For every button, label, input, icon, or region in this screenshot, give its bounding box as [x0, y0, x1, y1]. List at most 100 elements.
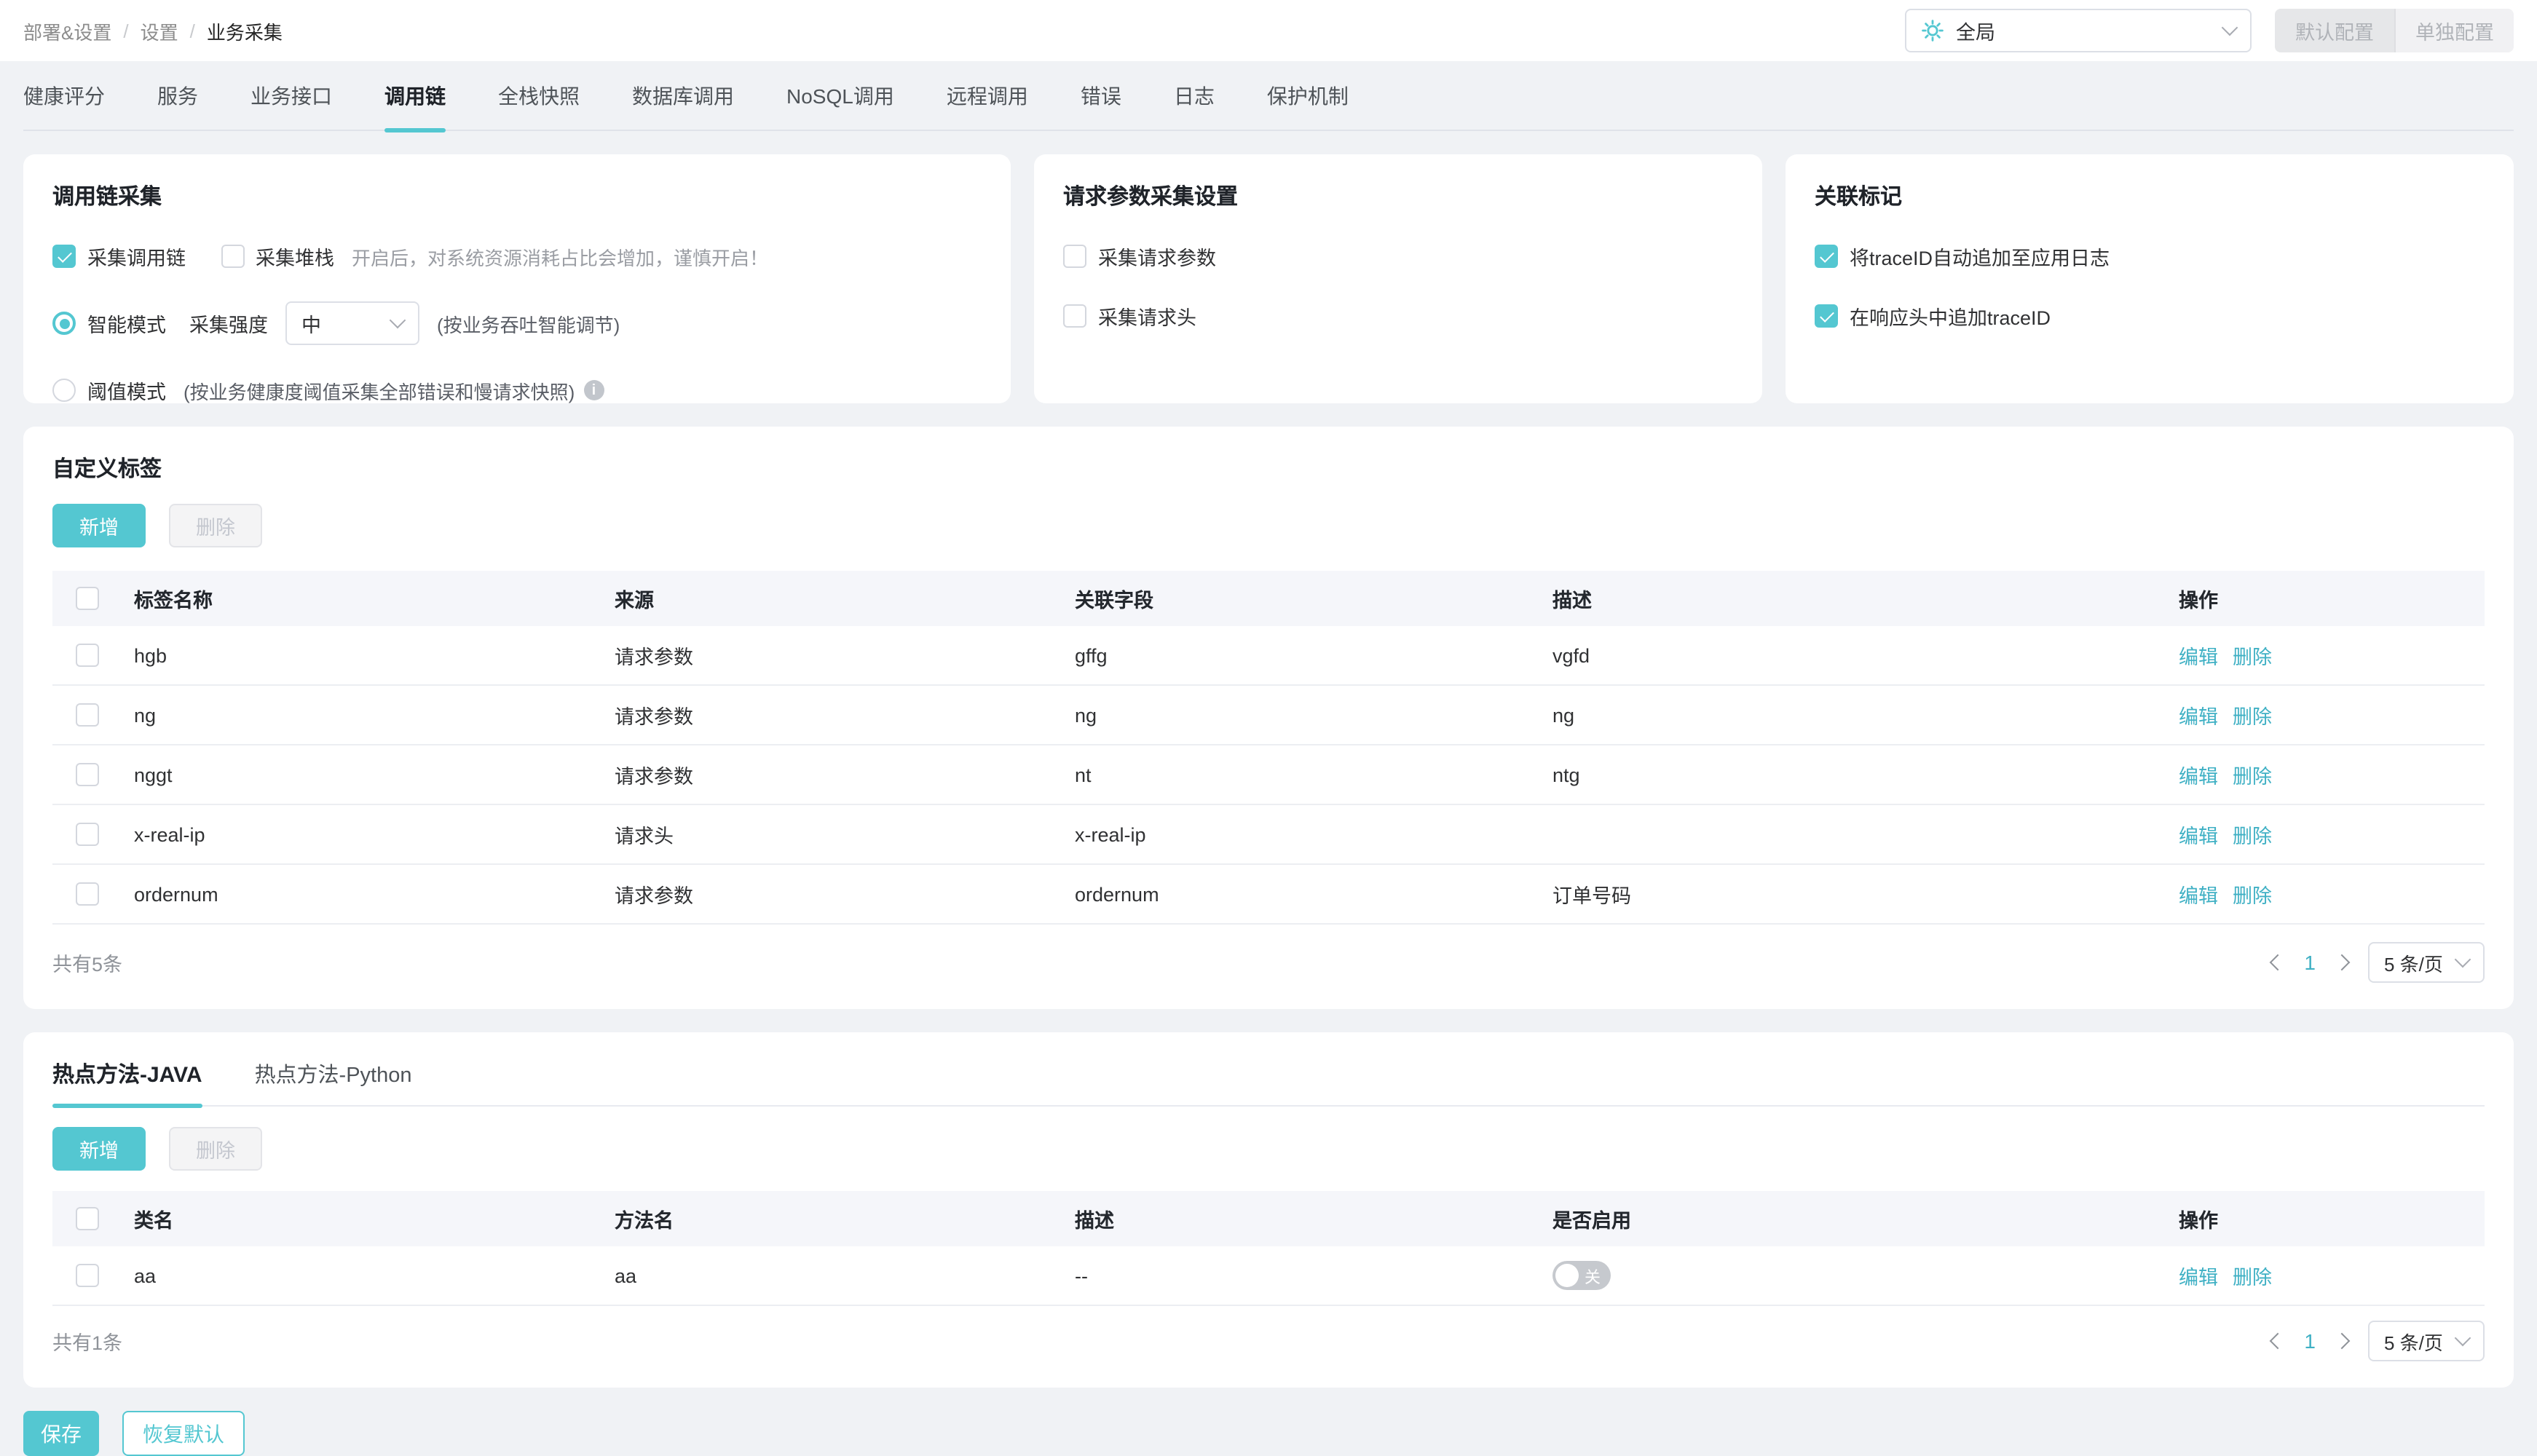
- tag-source: 请求参数: [615, 885, 693, 907]
- page-size-select[interactable]: 5 条/页: [2368, 1321, 2485, 1361]
- collect-trace-label: 采集调用链: [87, 248, 186, 269]
- chevron-down-icon: [2454, 951, 2471, 968]
- tag-field: gffg: [1075, 644, 1108, 666]
- page-number[interactable]: 1: [2304, 951, 2316, 974]
- custom-tags-title: 自定义标签: [52, 457, 162, 482]
- delete-link[interactable]: 删除: [2233, 700, 2272, 729]
- threshold-mode-hint: (按业务健康度阈值采集全部错误和慢请求快照): [184, 381, 575, 403]
- breadcrumb-item[interactable]: 部署&设置: [23, 17, 111, 44]
- tag-desc: vgfd: [1552, 644, 1590, 666]
- pagination: 1 5 条/页: [2270, 942, 2485, 983]
- tag-field: x-real-ip: [1075, 823, 1146, 845]
- hot-methods-panel: 热点方法-JAVA 热点方法-Python 新增 删除 类名 方法名 描述 是否…: [23, 1032, 2514, 1388]
- tab-hot-methods-java[interactable]: 热点方法-JAVA: [52, 1059, 202, 1108]
- custom-tags-table: 标签名称 来源 关联字段 描述 操作 hgb 请求参数 gffg vgfd 编辑…: [52, 571, 2485, 925]
- breadcrumb-separator: /: [189, 20, 195, 41]
- collect-trace-checkbox[interactable]: [52, 245, 76, 268]
- add-tag-button[interactable]: 新增: [52, 504, 146, 547]
- row-checkbox[interactable]: [76, 823, 99, 846]
- prev-page-icon[interactable]: [2270, 954, 2287, 971]
- row-checkbox[interactable]: [76, 703, 99, 727]
- prev-page-icon[interactable]: [2270, 1332, 2287, 1350]
- collect-trace-row: 采集调用链 采集堆栈 开启后，对系统资源消耗占比会增加，谨慎开启！: [52, 242, 982, 271]
- row-checkbox[interactable]: [76, 882, 99, 906]
- enable-toggle[interactable]: 关: [1552, 1261, 1611, 1290]
- tab-fullstack-snapshot[interactable]: 全栈快照: [498, 82, 580, 130]
- scope-select[interactable]: 全局: [1905, 9, 2252, 52]
- hot-methods-tabs: 热点方法-JAVA 热点方法-Python: [52, 1059, 2485, 1108]
- append-traceid-log-checkbox[interactable]: [1815, 245, 1838, 268]
- info-icon[interactable]: [583, 380, 604, 400]
- column-header: 操作: [2179, 1210, 2218, 1232]
- method-class: aa: [134, 1265, 157, 1286]
- collect-params-checkbox[interactable]: [1063, 245, 1086, 268]
- scope-select-value: 全局: [1956, 22, 1995, 44]
- breadcrumb-item[interactable]: 设置: [141, 17, 178, 44]
- edit-link[interactable]: 编辑: [2179, 641, 2218, 670]
- delete-method-button[interactable]: 删除: [169, 1127, 262, 1171]
- edit-link[interactable]: 编辑: [2179, 879, 2218, 909]
- chevron-down-icon: [389, 312, 406, 329]
- table-header-row: 类名 方法名 描述 是否启用 操作: [52, 1191, 2485, 1246]
- separate-config-button[interactable]: 单独配置: [2394, 9, 2514, 52]
- row-checkbox[interactable]: [76, 763, 99, 786]
- smart-mode-radio[interactable]: [52, 312, 76, 335]
- default-config-button[interactable]: 默认配置: [2275, 9, 2394, 52]
- delete-link[interactable]: 删除: [2233, 760, 2272, 789]
- add-method-button[interactable]: 新增: [52, 1127, 146, 1171]
- edit-link[interactable]: 编辑: [2179, 1261, 2218, 1290]
- save-button[interactable]: 保存: [23, 1411, 99, 1456]
- tab-nosql-call[interactable]: NoSQL调用: [786, 82, 894, 130]
- smart-mode-label: 智能模式: [87, 314, 166, 336]
- row-checkbox[interactable]: [76, 1264, 99, 1287]
- threshold-mode-radio[interactable]: [52, 379, 76, 402]
- card-title: 请求参数采集设置: [1063, 185, 1239, 210]
- breadcrumb: 部署&设置 / 设置 / 业务采集: [23, 17, 283, 44]
- trace-marking-card: 关联标记 将traceID自动追加至应用日志 在响应头中追加traceID: [1786, 154, 2514, 403]
- tag-name: ng: [134, 704, 157, 726]
- tab-business-interface[interactable]: 业务接口: [250, 82, 332, 130]
- business-collection-settings-page: 部署&设置 / 设置 / 业务采集 全局 默认配置 单独配置 健康评分 服务 业…: [0, 0, 2537, 1456]
- tab-hot-methods-python[interactable]: 热点方法-Python: [255, 1059, 412, 1105]
- intensity-select[interactable]: 中: [285, 301, 419, 345]
- tab-log[interactable]: 日志: [1174, 82, 1215, 130]
- collect-params-row: 采集请求参数: [1063, 242, 1733, 271]
- delete-tag-button[interactable]: 删除: [169, 504, 262, 547]
- next-page-icon[interactable]: [2333, 1332, 2351, 1350]
- delete-link[interactable]: 删除: [2233, 1261, 2272, 1290]
- row-checkbox[interactable]: [76, 644, 99, 667]
- column-header: 类名: [134, 1210, 173, 1232]
- column-header: 操作: [2179, 590, 2218, 612]
- select-all-checkbox[interactable]: [76, 1207, 99, 1230]
- edit-link[interactable]: 编辑: [2179, 700, 2218, 729]
- tab-protection[interactable]: 保护机制: [1267, 82, 1349, 130]
- select-all-checkbox[interactable]: [76, 587, 99, 610]
- tab-remote-call[interactable]: 远程调用: [947, 82, 1028, 130]
- delete-link[interactable]: 删除: [2233, 820, 2272, 849]
- delete-link[interactable]: 删除: [2233, 641, 2272, 670]
- page-size-value: 5 条/页: [2384, 1332, 2443, 1353]
- page-number[interactable]: 1: [2304, 1329, 2316, 1353]
- delete-link[interactable]: 删除: [2233, 879, 2272, 909]
- tab-database-call[interactable]: 数据库调用: [632, 82, 734, 130]
- edit-link[interactable]: 编辑: [2179, 760, 2218, 789]
- restore-default-button[interactable]: 恢复默认: [122, 1411, 245, 1456]
- chevron-down-icon: [2454, 1329, 2471, 1347]
- next-page-icon[interactable]: [2333, 954, 2351, 971]
- tab-call-chain[interactable]: 调用链: [384, 82, 446, 132]
- collect-stack-hint: 开启后，对系统资源消耗占比会增加，谨慎开启！: [352, 247, 769, 269]
- tag-name: hgb: [134, 644, 167, 666]
- tab-service[interactable]: 服务: [157, 82, 198, 130]
- tab-health-score[interactable]: 健康评分: [23, 82, 105, 130]
- append-header-row: 在响应头中追加traceID: [1815, 301, 2485, 331]
- edit-link[interactable]: 编辑: [2179, 820, 2218, 849]
- collect-stack-checkbox[interactable]: [221, 245, 244, 268]
- card-title: 调用链采集: [52, 185, 162, 210]
- bottom-actions: 保存 恢复默认: [23, 1411, 2514, 1456]
- collect-headers-checkbox[interactable]: [1063, 304, 1086, 328]
- table-row: hgb 请求参数 gffg vgfd 编辑 删除: [52, 626, 2485, 686]
- pagination: 1 5 条/页: [2270, 1321, 2485, 1361]
- page-size-select[interactable]: 5 条/页: [2368, 942, 2485, 983]
- tab-error[interactable]: 错误: [1081, 82, 1121, 130]
- append-traceid-header-checkbox[interactable]: [1815, 304, 1838, 328]
